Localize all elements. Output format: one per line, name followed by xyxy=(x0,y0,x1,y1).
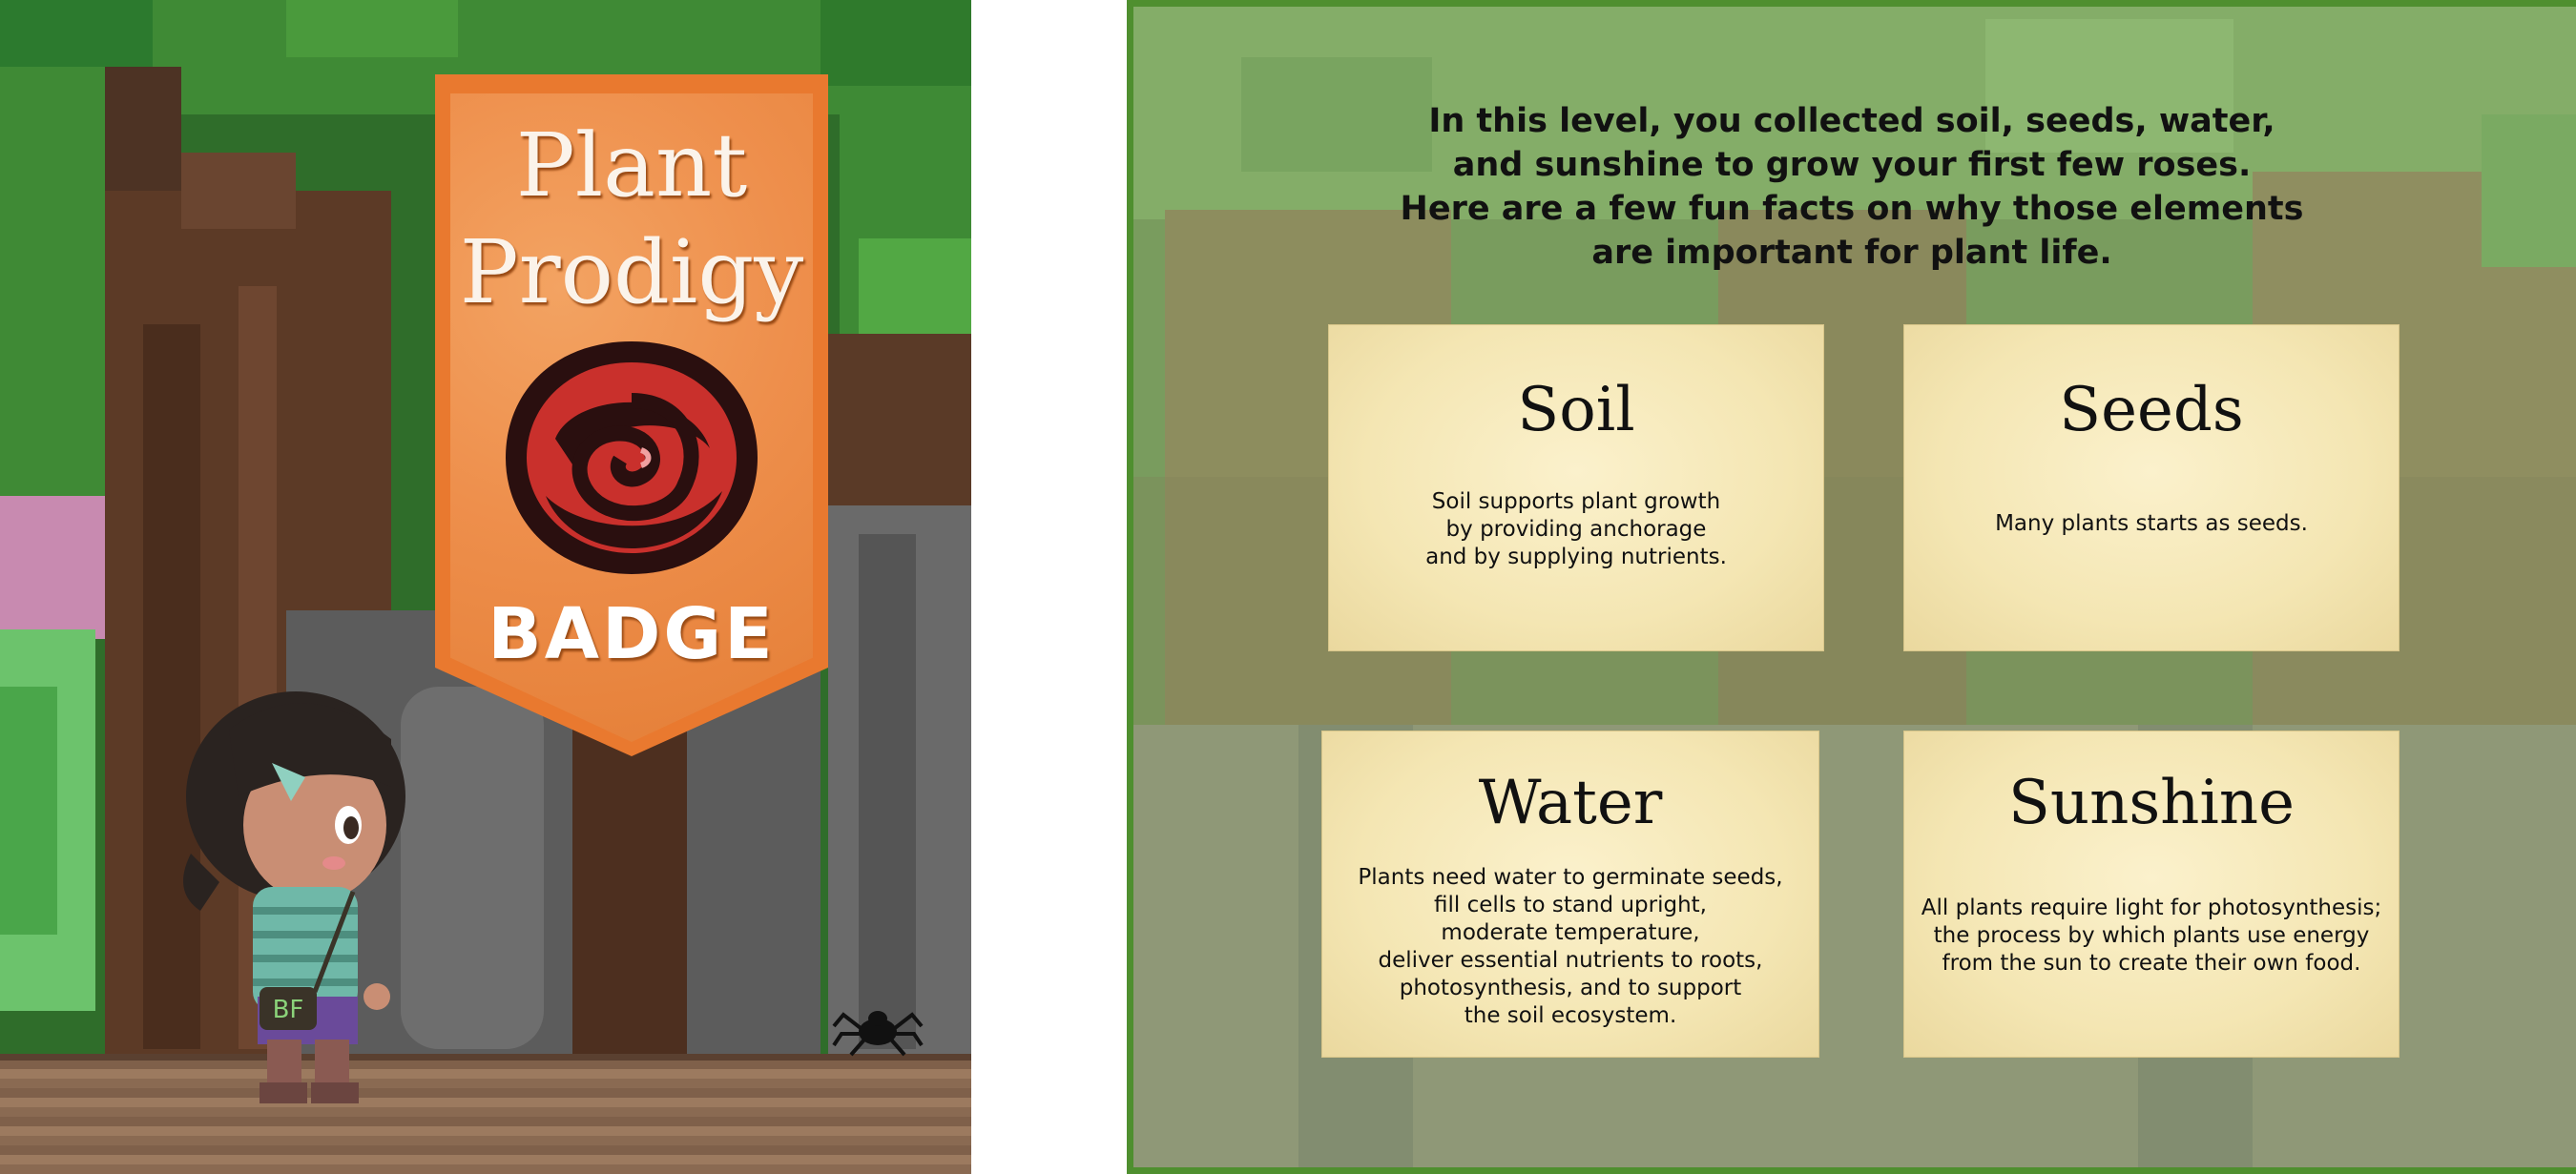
badge-title-line2: Prodigy xyxy=(459,221,804,323)
fact-card-seeds: Seeds Many plants starts as seeds. xyxy=(1903,324,2399,651)
badge-label: BADGE xyxy=(488,593,776,675)
card-line: All plants require light for photosynthe… xyxy=(1921,896,2382,920)
pink-block xyxy=(0,496,105,639)
card-line: Soil supports plant growth xyxy=(1431,489,1721,514)
card-line: and by supplying nutrients. xyxy=(1425,545,1727,569)
canopy-block xyxy=(286,0,458,57)
canopy-block xyxy=(0,0,153,67)
card-title: Soil xyxy=(1517,375,1635,445)
trunk-block xyxy=(181,153,296,229)
foliage-left xyxy=(0,114,105,496)
facts-panel: In this level, you collected soil, seeds… xyxy=(1127,0,2576,1174)
card-text: All plants require light for photosynthe… xyxy=(1903,895,2399,978)
card-line: moderate temperature, xyxy=(1441,920,1700,945)
fact-card-water: Water Plants need water to germinate see… xyxy=(1321,731,1819,1058)
wooden-floor xyxy=(0,1061,971,1174)
card-text: Soil supports plant growth by providing … xyxy=(1328,488,1824,571)
player-character: BF xyxy=(183,691,405,1103)
bag-label: BF xyxy=(273,996,304,1024)
card-line: Many plants starts as seeds. xyxy=(1995,511,2308,536)
foliage-right xyxy=(859,238,971,334)
intro-line: In this level, you collected soil, seeds… xyxy=(1428,102,2275,140)
canopy-block xyxy=(821,0,971,86)
card-line: from the sun to create their own food. xyxy=(1942,951,2361,976)
badge-title-line1: Plant xyxy=(515,114,748,216)
card-line: deliver essential nutrients to roots, xyxy=(1378,948,1763,973)
game-scene: BF Plant Prodigy BADGE xyxy=(0,0,971,1174)
card-text: Plants need water to germinate seeds, fi… xyxy=(1321,864,1819,1030)
card-title: Seeds xyxy=(2059,375,2244,445)
fact-card-sunshine: Sunshine All plants require light for ph… xyxy=(1903,731,2399,1058)
card-line: by providing anchorage xyxy=(1445,517,1707,542)
card-title: Sunshine xyxy=(2008,768,2295,838)
card-line: photosynthesis, and to support xyxy=(1399,976,1742,1000)
intro-text: In this level, you collected soil, seeds… xyxy=(1346,99,2358,275)
intro-line: Here are a few fun facts on why those el… xyxy=(1400,190,2304,228)
card-line: the soil ecosystem. xyxy=(1464,1003,1677,1028)
stone-stripe xyxy=(859,534,916,1049)
card-line: the process by which plants use energy xyxy=(1933,923,2370,948)
trunk-block xyxy=(821,334,971,505)
card-title: Water xyxy=(1478,768,1663,838)
tree-trunk-mid xyxy=(572,725,687,1059)
fact-card-soil: Soil Soil supports plant growth by provi… xyxy=(1328,324,1824,651)
card-line: Plants need water to germinate seeds, xyxy=(1358,865,1783,890)
intro-line: and sunshine to grow your first few rose… xyxy=(1452,146,2252,184)
card-text: Many plants starts as seeds. xyxy=(1903,510,2399,538)
spider-icon xyxy=(832,1011,924,1057)
card-line: fill cells to stand upright, xyxy=(1434,893,1707,917)
rose-icon xyxy=(506,341,758,574)
bush-shade xyxy=(0,687,57,935)
trunk-block xyxy=(105,67,181,191)
intro-line: are important for plant life. xyxy=(1591,234,2112,272)
